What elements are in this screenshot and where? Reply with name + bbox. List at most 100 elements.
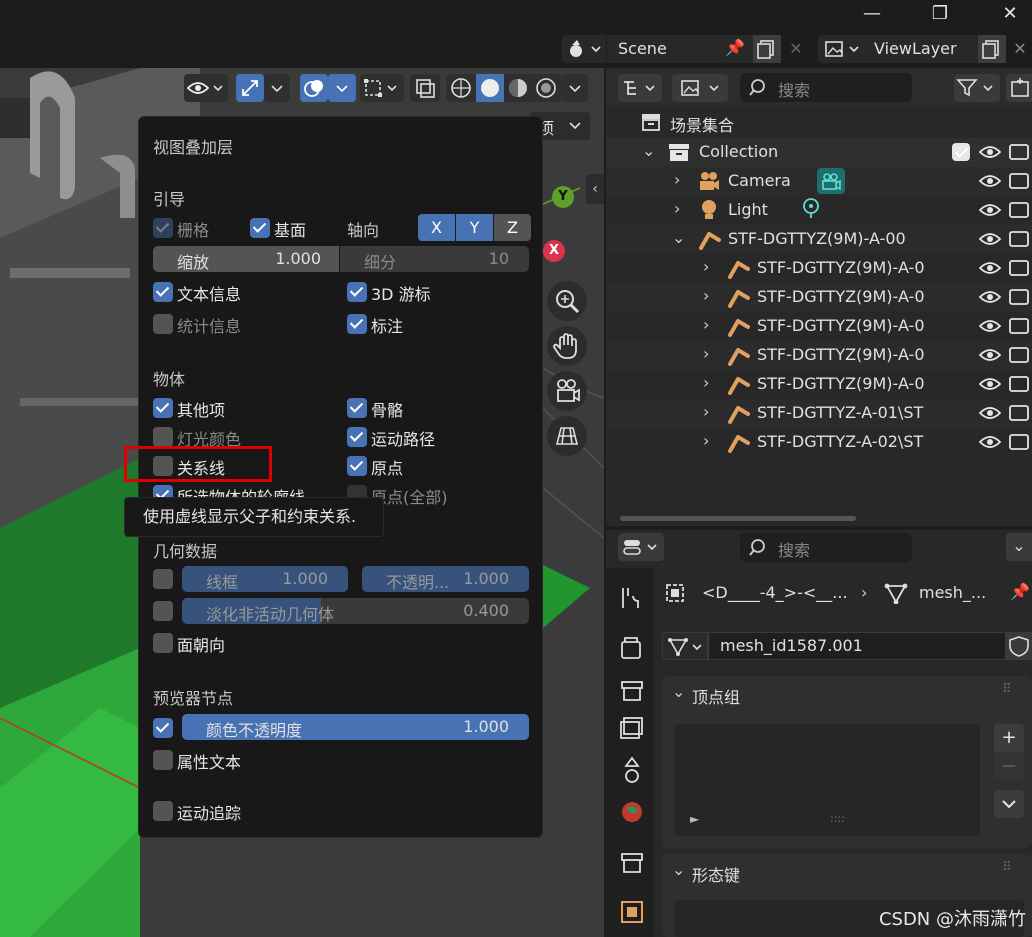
viewlayer-dropdown[interactable] [818, 35, 864, 63]
origins-checkbox[interactable] [347, 456, 367, 476]
properties-options-dropdown[interactable]: ⌄ [1006, 533, 1032, 561]
text-info-checkbox[interactable] [153, 282, 173, 302]
color-opacity-checkbox[interactable] [153, 718, 173, 738]
fake-user-button[interactable] [1006, 632, 1032, 660]
expand-chevron-icon[interactable]: › [703, 344, 709, 363]
xray-toggle[interactable] [410, 74, 440, 102]
camera-view-button[interactable] [547, 371, 587, 411]
properties-editor-type[interactable] [618, 533, 664, 561]
new-viewlayer-button[interactable] [978, 35, 1006, 63]
wireframe-opacity-slider[interactable]: 不透明... 1.000 [362, 566, 529, 592]
drag-handle-icon[interactable]: ⠿ [1002, 860, 1012, 875]
face-orientation-checkbox[interactable] [153, 633, 173, 653]
grid-subdivisions-field[interactable]: 细分 10 [340, 246, 529, 272]
overlays-dropdown[interactable] [328, 74, 356, 102]
viewlayer-name-field[interactable]: ViewLayer [864, 35, 978, 63]
resize-handle-icon[interactable]: :::: [830, 812, 845, 825]
visibility-toggles[interactable] [978, 142, 1032, 462]
gizmo-y-axis[interactable]: Y [552, 186, 574, 208]
shading-modes[interactable] [446, 74, 562, 102]
close-button[interactable]: ✕ [990, 2, 1030, 26]
remove-vertex-group-button[interactable]: — [994, 752, 1024, 780]
minimize-button[interactable]: — [852, 2, 892, 26]
shape-keys-title[interactable]: 形态键 [692, 862, 740, 886]
expand-chevron-icon[interactable]: › [703, 257, 709, 276]
collapse-chevron-icon[interactable]: ⌄ [672, 860, 685, 879]
zoom-button[interactable] [547, 281, 587, 321]
axis-z-toggle[interactable]: Z [494, 214, 531, 241]
expand-chevron-icon[interactable]: › [703, 373, 709, 392]
shield-icon [1009, 636, 1029, 657]
vertex-groups-title[interactable]: 顶点组 [692, 684, 740, 708]
attribute-text-checkbox[interactable] [153, 750, 173, 770]
shading-dropdown[interactable] [562, 74, 588, 102]
expand-chevron-icon[interactable]: › [703, 315, 709, 334]
gizmo-toggle[interactable] [236, 74, 264, 102]
display-mode-dropdown[interactable] [672, 74, 728, 102]
add-collection-icon [1011, 78, 1029, 97]
new-scene-button[interactable] [753, 35, 781, 63]
vertex-group-specials-button[interactable] [994, 790, 1024, 818]
filter-dropdown[interactable] [954, 74, 1000, 102]
axis-x-toggle[interactable]: X [418, 214, 455, 241]
expand-chevron-icon[interactable]: › [674, 199, 680, 218]
visibility-dropdown[interactable] [184, 74, 228, 102]
remove-viewlayer-button[interactable]: ✕ [1008, 35, 1032, 63]
statistics-checkbox[interactable] [153, 314, 173, 334]
outliner-search-input[interactable]: 搜索 [740, 73, 912, 102]
pan-button[interactable] [547, 326, 587, 366]
pin-icon[interactable]: 📌 [725, 38, 745, 57]
scene-name-field[interactable]: Scene 📌 [607, 35, 753, 63]
outliner-editor-type[interactable] [618, 74, 662, 102]
expand-chevron-icon[interactable]: ⌄ [642, 141, 655, 160]
expand-chevron-icon[interactable]: › [703, 286, 709, 305]
wireframe-slider[interactable]: 线框 1.000 [182, 566, 348, 592]
sidebar-toggle[interactable]: ‹ [586, 174, 604, 204]
breadcrumb-object[interactable]: <D____-4_>-<__... [702, 583, 848, 602]
ortho-toggle-button[interactable] [547, 416, 587, 456]
outliner-scrollbar[interactable] [620, 516, 856, 521]
grid-scale-field[interactable]: 缩放 1.000 [153, 246, 339, 272]
expand-chevron-icon[interactable]: › [703, 402, 709, 421]
new-collection-button[interactable] [1006, 74, 1032, 102]
extras-checkbox[interactable] [153, 398, 173, 418]
vertex-group-list[interactable]: ► :::: [674, 724, 980, 836]
axis-y-toggle[interactable]: Y [456, 214, 493, 241]
camera-data-icon[interactable] [817, 168, 845, 194]
breadcrumb-mesh[interactable]: mesh_... [919, 583, 986, 602]
properties-search-input[interactable]: 搜索 [740, 533, 912, 562]
3d-cursor-checkbox[interactable] [347, 282, 367, 302]
mesh-browse-dropdown[interactable] [662, 632, 708, 660]
wireframe-checkbox[interactable] [153, 569, 173, 589]
annotations-checkbox[interactable] [347, 314, 367, 334]
scene-type-dropdown[interactable] [562, 35, 606, 63]
motion-tracking-checkbox[interactable] [153, 801, 173, 821]
add-vertex-group-button[interactable]: + [994, 724, 1024, 752]
expand-list-icon[interactable]: ► [690, 812, 699, 826]
drag-handle-icon[interactable]: ⠿ [1002, 682, 1013, 697]
color-opacity-slider[interactable]: 颜色不透明度 1.000 [182, 714, 529, 740]
grid-checkbox[interactable] [153, 218, 173, 238]
motion-paths-checkbox[interactable] [347, 427, 367, 447]
pin-icon[interactable]: 📌 [1010, 582, 1030, 601]
expand-chevron-icon[interactable]: › [703, 431, 709, 450]
bones-checkbox[interactable] [347, 398, 367, 418]
expand-chevron-icon[interactable]: › [674, 170, 680, 189]
light-data-icon[interactable] [800, 197, 822, 221]
properties-tab-icons[interactable] [618, 584, 646, 924]
fade-inactive-slider[interactable]: 淡化非活动几何体 0.400 [182, 598, 529, 624]
gizmo-x-axis[interactable]: X [543, 240, 565, 262]
collapse-chevron-icon[interactable]: ⌄ [672, 682, 685, 701]
exclude-checkbox[interactable] [952, 143, 970, 161]
overlays-toggle[interactable] [300, 74, 328, 102]
light-colors-checkbox[interactable] [153, 427, 173, 447]
scene-collection-row[interactable] [640, 110, 662, 136]
restore-button[interactable]: ❐ [920, 2, 960, 26]
floor-checkbox[interactable] [250, 218, 270, 238]
fade-inactive-checkbox[interactable] [153, 601, 173, 621]
mesh-overlays-dropdown[interactable] [360, 74, 404, 102]
expand-chevron-icon[interactable]: ⌄ [672, 228, 685, 247]
unlink-scene-button[interactable]: ✕ [783, 35, 809, 63]
gizmo-dropdown[interactable] [264, 74, 290, 102]
mesh-name-field[interactable]: mesh_id1587.001 [708, 632, 1006, 660]
